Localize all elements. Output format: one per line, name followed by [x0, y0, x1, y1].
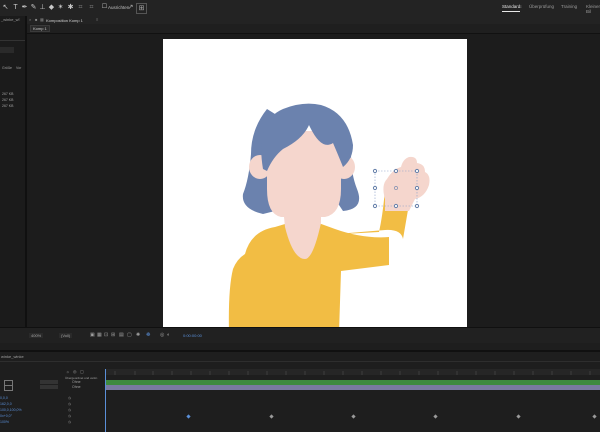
grid-icon[interactable]: ⊞: [136, 3, 147, 14]
stopwatch-icon[interactable]: ◷: [68, 408, 71, 412]
property-row: 162,0,0 ◷: [0, 402, 600, 407]
transparency-grid-icon[interactable]: ▦: [97, 332, 102, 338]
viewer-timecode[interactable]: 0:00:00:00: [183, 333, 202, 338]
layer-switches[interactable]: [40, 385, 58, 389]
keyframe[interactable]: [592, 414, 597, 419]
layer-duration-bar[interactable]: [105, 385, 600, 390]
property-value[interactable]: 0x+0,0°: [0, 414, 12, 418]
workspace-training[interactable]: Training: [561, 4, 577, 9]
file-size: 267 KB: [2, 92, 14, 96]
text-tool-icon[interactable]: T: [11, 3, 20, 12]
show-snapshot-icon[interactable]: ◐: [167, 332, 170, 338]
lock-icon[interactable]: ■: [35, 17, 37, 22]
stopwatch-icon[interactable]: ◷: [68, 396, 71, 400]
composition-canvas[interactable]: [163, 39, 467, 342]
time-ruler[interactable]: [105, 369, 600, 375]
panel-menu-icon[interactable]: ≡: [96, 17, 98, 22]
solo-icon[interactable]: ☼: [66, 369, 70, 374]
divider: [0, 40, 25, 41]
layer-row[interactable]: Ohne: [0, 385, 600, 391]
parent-select[interactable]: Ohne: [72, 380, 81, 384]
pen-tool-icon[interactable]: ✒: [20, 3, 29, 12]
close-tab-icon[interactable]: ×: [29, 17, 31, 22]
ruler-ticks: [114, 371, 591, 375]
resolution-select[interactable]: (Voll): [59, 333, 73, 338]
comp-subtab[interactable]: Komp 1: [30, 25, 50, 32]
keyframe[interactable]: [351, 414, 356, 419]
stamp-tool-icon[interactable]: ⊥: [38, 3, 47, 12]
3d-view-icon[interactable]: ▢: [127, 332, 132, 338]
comp-subtab-bar: Komp 1: [27, 24, 600, 34]
timeline-panel: winke_winke ☼ ◎ ▢ Übergeordnet und verkn…: [0, 350, 600, 432]
property-row: 0x+0,0° ◷: [0, 414, 600, 419]
character-illustration: [228, 103, 430, 333]
property-row: 100% ◷: [0, 420, 600, 425]
workspace-small-screen[interactable]: Kleiner Bil: [586, 4, 600, 14]
file-size: 267 KB: [2, 98, 14, 102]
pointer-tool-icon[interactable]: ↖: [1, 3, 10, 12]
composition-panel: × ■ ▦ Komposition Komp 1 ≡ Komp 1: [27, 16, 600, 343]
timeline-title[interactable]: winke_winke: [1, 354, 24, 359]
workspace-menu-icon[interactable]: ≡: [519, 4, 522, 9]
graph-editor-icon[interactable]: ▢: [80, 369, 84, 374]
zoom-select[interactable]: 400%: [29, 333, 44, 338]
snap-options-icon[interactable]: ↗: [126, 3, 135, 12]
property-row: 0,0,0 ◷: [0, 396, 600, 401]
project-panel: _winke_w ≡ Größe Vor 267 KB 267 KB 267 K…: [0, 16, 27, 343]
comp-icon: ▦: [40, 17, 44, 22]
pin-tool-icon[interactable]: ✱: [66, 3, 75, 12]
keyframe-selected[interactable]: [186, 414, 191, 419]
parent-select[interactable]: Ohne: [72, 385, 81, 389]
snap-icon[interactable]: ⌗: [87, 3, 96, 12]
col-size-header[interactable]: Größe: [2, 66, 12, 70]
file-size: 267 KB: [2, 104, 14, 108]
current-time-indicator[interactable]: [105, 369, 106, 432]
property-value[interactable]: 100,0,100,0%: [0, 408, 22, 412]
stopwatch-icon[interactable]: ◷: [68, 402, 71, 406]
panel-menu-icon[interactable]: ≡: [18, 17, 20, 22]
search-field[interactable]: [0, 47, 14, 53]
workspace-standard[interactable]: Standard: [502, 4, 521, 12]
property-row: 100,0,100,0% ◷: [0, 408, 600, 413]
grid-icon[interactable]: ▤: [119, 332, 124, 338]
col-prev-header[interactable]: Vor: [16, 66, 21, 70]
guides-icon[interactable]: ⊞: [111, 332, 115, 338]
puppet-tool-icon[interactable]: ✶: [56, 3, 65, 12]
snapshot-icon[interactable]: ◎: [160, 332, 164, 338]
toolbar: ↖ T ✒ ✎ ⊥ ◆ ✶ ✱ ⌗ ⌗ ☐ Ausrichten ↗ ⊞ Sta…: [0, 0, 600, 17]
mask-icon[interactable]: ⊡: [104, 332, 108, 338]
property-value[interactable]: 100%: [0, 420, 9, 424]
property-value[interactable]: 162,0,0: [0, 402, 12, 406]
keyframe[interactable]: [516, 414, 521, 419]
project-title: _winke_w: [1, 17, 19, 22]
stopwatch-icon[interactable]: ◷: [68, 414, 71, 418]
keyframe[interactable]: [433, 414, 438, 419]
motion-blur-icon[interactable]: ◎: [73, 369, 77, 374]
layer-switches[interactable]: [40, 380, 58, 384]
keyframe[interactable]: [269, 414, 274, 419]
divider: [0, 361, 600, 362]
fast-preview-icon[interactable]: ✺: [136, 332, 140, 338]
layer-color-label[interactable]: [4, 385, 13, 391]
eraser-tool-icon[interactable]: ◆: [47, 3, 56, 12]
workspace-review[interactable]: Überprüfung: [529, 4, 554, 9]
comp-tab-label[interactable]: Komposition Komp 1: [46, 18, 83, 23]
property-value[interactable]: 0,0,0: [0, 396, 8, 400]
stopwatch-icon[interactable]: ◷: [68, 420, 71, 424]
region-of-interest-icon[interactable]: ▣: [90, 332, 95, 338]
comp-tab-bar: × ■ ▦ Komposition Komp 1 ≡: [27, 16, 600, 24]
brush-tool-icon[interactable]: ✎: [29, 3, 38, 12]
color-channel-icon[interactable]: ☸: [146, 332, 150, 338]
align-left-icon[interactable]: ⌗: [76, 3, 85, 12]
viewer-controls: 400% (Voll) ▣ ▦ ⊡ ⊞ ▤ ▢ ✺ ☸ ◎ ◐ 0:00:00:…: [0, 327, 600, 343]
raised-fist: [383, 156, 430, 211]
